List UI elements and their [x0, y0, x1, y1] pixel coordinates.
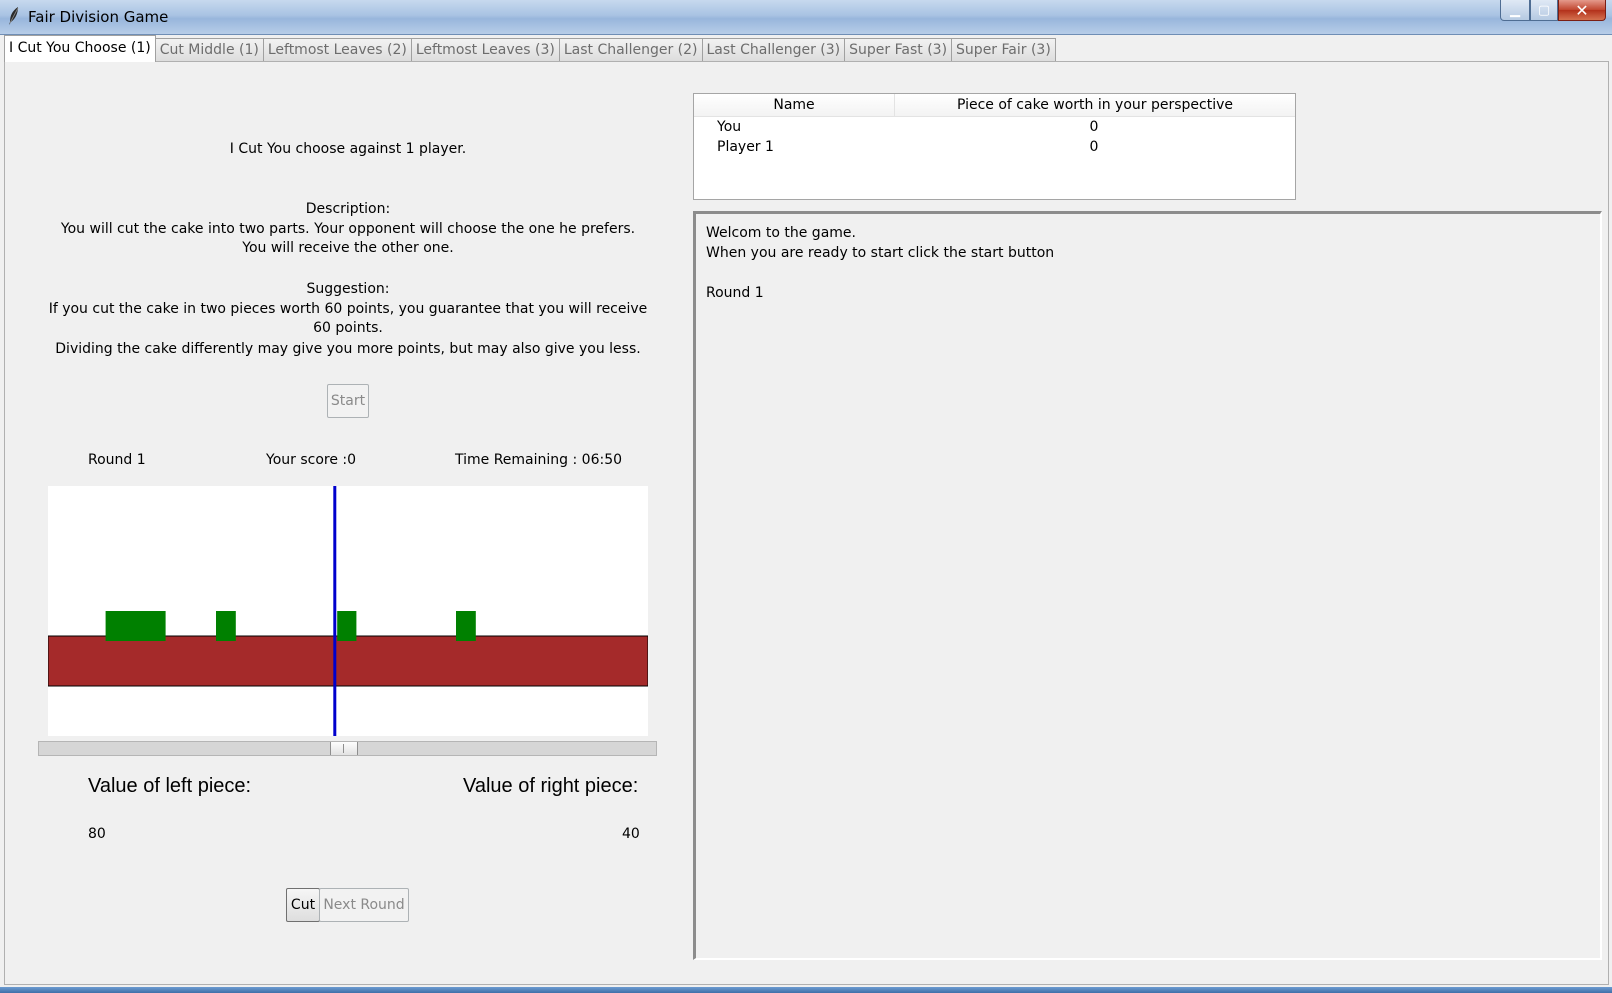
- description-title: Description:: [305, 201, 391, 217]
- tab-leftmost-leaves-3[interactable]: Leftmost Leaves (3): [410, 38, 560, 62]
- description-text: You will cut the cake into two parts. Yo…: [60, 221, 636, 256]
- game-heading: I Cut You choose against 1 player.: [229, 141, 467, 157]
- scoreboard-header: Name Piece of cake worth in your perspec…: [694, 94, 1295, 117]
- right-piece-label: Value of right piece:: [463, 775, 639, 797]
- close-button[interactable]: ✕: [1558, 0, 1606, 21]
- table-row[interactable]: You 0: [694, 117, 1295, 137]
- round-label: Round 1: [88, 452, 146, 468]
- cut-position-slider[interactable]: [38, 741, 657, 756]
- column-header-name[interactable]: Name: [694, 94, 895, 116]
- log-line: Welcom to the game.: [706, 225, 856, 241]
- cut-button[interactable]: Cut: [286, 888, 320, 922]
- minimize-icon: ▁: [1510, 2, 1520, 18]
- maximize-button[interactable]: ▢: [1530, 0, 1558, 21]
- window-controls: ▁ ▢ ✕: [1500, 0, 1606, 22]
- message-log[interactable]: Welcom to the game. When you are ready t…: [693, 211, 1602, 960]
- cake-drawing: [47, 486, 649, 736]
- cake-canvas[interactable]: [47, 486, 649, 736]
- minimize-button[interactable]: ▁: [1500, 0, 1530, 21]
- feather-icon: [9, 7, 19, 25]
- slider-thumb[interactable]: [329, 742, 358, 755]
- game-mode-tabs: I Cut You Choose (1) Cut Middle (1) Left…: [4, 35, 1056, 62]
- tab-i-cut-you-choose[interactable]: I Cut You Choose (1): [4, 35, 156, 62]
- tab-cut-middle[interactable]: Cut Middle (1): [154, 38, 264, 62]
- suggestion-text: If you cut the cake in two pieces worth …: [48, 301, 648, 336]
- row-name: You: [717, 119, 742, 135]
- left-piece-value: 80: [88, 826, 106, 842]
- title-bar: Fair Division Game ▁ ▢ ✕: [0, 0, 1612, 35]
- topping: [105, 611, 166, 641]
- score-label: Your score :0: [266, 452, 357, 468]
- start-button[interactable]: Start: [327, 384, 369, 418]
- window-title: Fair Division Game: [28, 8, 169, 26]
- left-piece-label: Value of left piece:: [88, 775, 252, 797]
- tab-leftmost-leaves-2[interactable]: Leftmost Leaves (2): [262, 38, 412, 62]
- log-line: Round 1: [706, 285, 764, 301]
- scoreboard-table: Name Piece of cake worth in your perspec…: [693, 93, 1296, 200]
- table-row[interactable]: Player 1 0: [694, 137, 1295, 157]
- maximize-icon: ▢: [1537, 2, 1551, 18]
- row-name: Player 1: [717, 139, 774, 155]
- close-icon: ✕: [1575, 0, 1589, 20]
- column-header-worth[interactable]: Piece of cake worth in your perspective: [895, 94, 1295, 116]
- row-worth: 0: [1089, 119, 1099, 135]
- topping: [456, 611, 476, 641]
- time-remaining-label: Time Remaining : 06:50: [455, 452, 623, 468]
- tab-last-challenger-2[interactable]: Last Challenger (2): [558, 38, 703, 62]
- right-piece-value: 40: [622, 826, 640, 842]
- suggestion-text-2: Dividing the cake differently may give y…: [55, 341, 641, 357]
- taskbar-edge: [0, 987, 1612, 993]
- row-worth: 0: [1089, 139, 1099, 155]
- tab-super-fair[interactable]: Super Fair (3): [951, 38, 1056, 62]
- tab-super-fast[interactable]: Super Fast (3): [844, 38, 953, 62]
- cake-body: [47, 635, 649, 687]
- log-line: When you are ready to start click the st…: [706, 245, 1055, 261]
- tab-last-challenger-3[interactable]: Last Challenger (3): [701, 38, 846, 62]
- topping: [337, 611, 357, 641]
- topping: [216, 611, 236, 641]
- suggestion-title: Suggestion:: [306, 281, 390, 297]
- next-round-button[interactable]: Next Round: [319, 888, 409, 922]
